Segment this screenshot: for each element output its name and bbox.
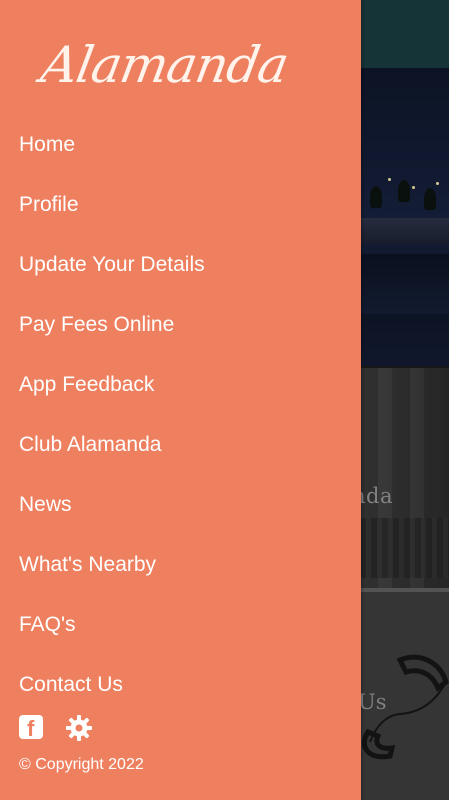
menu-item-club-alamanda[interactable]: Club Alamanda <box>0 415 361 475</box>
menu-item-app-feedback[interactable]: App Feedback <box>0 355 361 415</box>
menu-item-contact-us[interactable]: Contact Us <box>0 655 361 715</box>
navigation-drawer: Alamanda Home Profile Update Your Detail… <box>0 0 361 800</box>
copyright-text: © Copyright 2022 <box>19 756 144 773</box>
menu-item-pay-fees-online[interactable]: Pay Fees Online <box>0 295 361 355</box>
alamanda-logo: Alamanda <box>20 14 292 106</box>
facebook-icon[interactable]: f <box>19 715 43 741</box>
logo-text: Alamanda <box>36 36 293 94</box>
menu-item-news[interactable]: News <box>0 475 361 535</box>
menu-item-update-your-details[interactable]: Update Your Details <box>0 235 361 295</box>
menu-item-profile[interactable]: Profile <box>0 175 361 235</box>
menu-item-home[interactable]: Home <box>0 115 361 175</box>
menu-item-whats-nearby[interactable]: What's Nearby <box>0 535 361 595</box>
drawer-menu: Home Profile Update Your Details Pay Fee… <box>0 115 361 715</box>
menu-item-faqs[interactable]: FAQ's <box>0 595 361 655</box>
gear-icon[interactable] <box>66 715 92 741</box>
